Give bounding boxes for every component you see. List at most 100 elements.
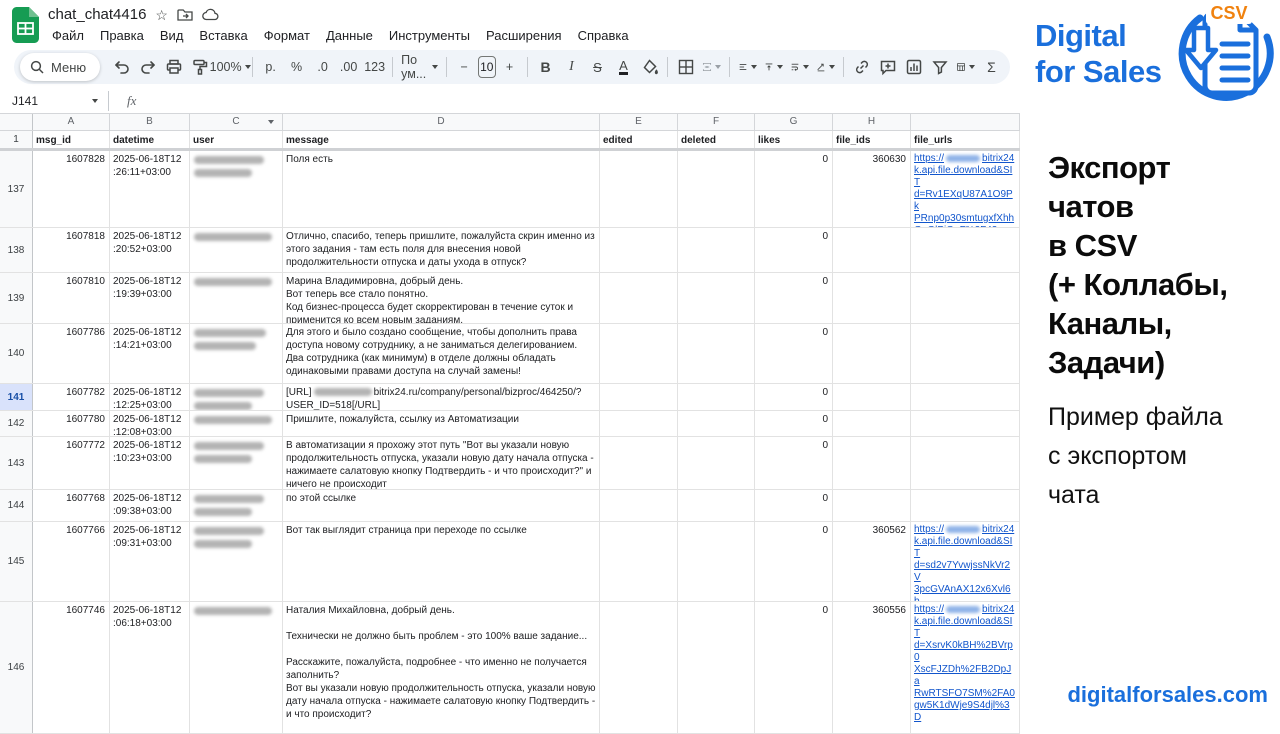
cell-A141[interactable]: 1607782 (33, 384, 110, 410)
website-link[interactable]: digitalforsales.com (1067, 682, 1268, 708)
file-url-text[interactable]: RwRTSFO7SM%2FA0 (914, 688, 1015, 699)
row-header-145[interactable]: 145 (0, 522, 33, 601)
cell-A144[interactable]: 1607768 (33, 490, 110, 521)
text-wrap-button[interactable] (787, 54, 812, 80)
cell-H138[interactable] (833, 228, 911, 272)
cell-F140[interactable] (678, 324, 755, 383)
column-header-H[interactable]: H (833, 114, 911, 130)
cell-H140[interactable] (833, 324, 911, 383)
cell-I141[interactable] (911, 384, 1020, 410)
cell-G146[interactable]: 0 (755, 602, 833, 733)
header-cell-edited[interactable]: edited (600, 131, 678, 148)
cell-D139[interactable]: Марина Владимировна, добрый день. Вот те… (283, 273, 600, 323)
file-url-link[interactable]: d=XsrvK0kBH%2BVrp0 (914, 640, 1016, 664)
file-url-link[interactable]: RwRTSFO7SM%2FA0 (914, 688, 1016, 700)
cell-A143[interactable]: 1607772 (33, 437, 110, 489)
cell-D142[interactable]: Пришлите, пожалуйста, ссылку из Автомати… (283, 411, 600, 436)
cell-E140[interactable] (600, 324, 678, 383)
undo-button[interactable] (109, 54, 134, 80)
name-box[interactable]: J141 (0, 94, 104, 108)
merge-cells-button[interactable] (699, 54, 724, 80)
cell-C138[interactable] (190, 228, 283, 272)
menu-tools[interactable]: Инструменты (381, 26, 478, 45)
insert-link-button[interactable] (849, 54, 874, 80)
cell-H139[interactable] (833, 273, 911, 323)
cell-D143[interactable]: В автоматизации я прохожу этот путь "Вот… (283, 437, 600, 489)
cell-E139[interactable] (600, 273, 678, 323)
document-title[interactable]: chat_chat4416 (48, 6, 146, 23)
cell-H137[interactable]: 360630 (833, 151, 911, 227)
cell-G139[interactable]: 0 (755, 273, 833, 323)
cell-D145[interactable]: Вот так выглядит страница при переходе п… (283, 522, 600, 601)
file-url-text[interactable]: d=sd2v7YvwjssNkVr2V (914, 560, 1010, 583)
cell-B140[interactable]: 2025-06-18T12 :14:21+03:00 (110, 324, 190, 383)
cell-B144[interactable]: 2025-06-18T12 :09:38+03:00 (110, 490, 190, 521)
cell-G145[interactable]: 0 (755, 522, 833, 601)
file-url-link[interactable]: k.api.file.download&SIT (914, 165, 1016, 189)
menu-insert[interactable]: Вставка (191, 26, 255, 45)
cell-G137[interactable]: 0 (755, 151, 833, 227)
filter-views-button[interactable] (953, 54, 978, 80)
row-header-143[interactable]: 143 (0, 437, 33, 489)
file-url-link[interactable]: PRnp0p30smtugxfXhh (914, 213, 1016, 225)
file-url-text[interactable]: PRnp0p30smtugxfXhh (914, 213, 1014, 224)
redo-button[interactable] (135, 54, 160, 80)
cell-D137[interactable]: Поля есть (283, 151, 600, 227)
row-header-142[interactable]: 142 (0, 411, 33, 436)
file-url-text[interactable]: k.api.file.download&SIT (914, 616, 1012, 639)
file-url-text[interactable]: k.api.file.download&SIT (914, 536, 1012, 559)
cell-F141[interactable] (678, 384, 755, 410)
cell-A146[interactable]: 1607746 (33, 602, 110, 733)
cell-C146[interactable] (190, 602, 283, 733)
cell-C139[interactable] (190, 273, 283, 323)
row-header-144[interactable]: 144 (0, 490, 33, 521)
cell-F146[interactable] (678, 602, 755, 733)
cell-G142[interactable]: 0 (755, 411, 833, 436)
cell-H141[interactable] (833, 384, 911, 410)
cell-A137[interactable]: 1607828 (33, 151, 110, 227)
menus-search-button[interactable]: Меню (20, 53, 100, 81)
cell-G144[interactable]: 0 (755, 490, 833, 521)
increase-decimal-button[interactable]: .00 (336, 54, 361, 80)
decrease-font-size-button[interactable]: − (452, 54, 477, 80)
cell-I143[interactable] (911, 437, 1020, 489)
column-header-C[interactable]: C (190, 114, 283, 130)
file-url-text[interactable]: https:// (914, 604, 944, 615)
cell-B142[interactable]: 2025-06-18T12 :12:08+03:00 (110, 411, 190, 436)
format-percent-button[interactable]: % (284, 54, 309, 80)
cell-E143[interactable] (600, 437, 678, 489)
cell-A140[interactable]: 1607786 (33, 324, 110, 383)
functions-button[interactable]: Σ (979, 54, 1004, 80)
column-header-F[interactable]: F (678, 114, 755, 130)
cell-H145[interactable]: 360562 (833, 522, 911, 601)
header-cell-file_urls[interactable]: file_urls (911, 131, 1020, 148)
insert-comment-button[interactable] (875, 54, 900, 80)
column-header-E[interactable]: E (600, 114, 678, 130)
paint-format-button[interactable] (187, 54, 212, 80)
file-url-link[interactable]: d=Rv1EXqU87A1O9Pk (914, 189, 1016, 213)
star-icon[interactable]: ☆ (155, 8, 168, 22)
cell-E144[interactable] (600, 490, 678, 521)
format-currency-button[interactable]: р. (258, 54, 283, 80)
bold-button[interactable]: B (533, 54, 558, 80)
decrease-decimal-button[interactable]: .0 (310, 54, 335, 80)
cell-B138[interactable]: 2025-06-18T12 :20:52+03:00 (110, 228, 190, 272)
insert-chart-button[interactable] (901, 54, 926, 80)
file-url-text[interactable]: bitrix24 (982, 153, 1014, 164)
header-cell-msg_id[interactable]: msg_id (33, 131, 110, 148)
cell-G143[interactable]: 0 (755, 437, 833, 489)
file-url-link[interactable]: XscFJZDh%2FB2DpJa (914, 664, 1016, 688)
cell-F144[interactable] (678, 490, 755, 521)
cell-F145[interactable] (678, 522, 755, 601)
vertical-align-button[interactable] (761, 54, 786, 80)
cell-I142[interactable] (911, 411, 1020, 436)
cell-C145[interactable] (190, 522, 283, 601)
horizontal-align-button[interactable] (735, 54, 760, 80)
cell-E138[interactable] (600, 228, 678, 272)
file-url-link[interactable]: https://bitrix24 (914, 524, 1016, 536)
file-url-text[interactable]: k.api.file.download&SIT (914, 165, 1012, 188)
cell-I144[interactable] (911, 490, 1020, 521)
cell-B141[interactable]: 2025-06-18T12 :12:25+03:00 (110, 384, 190, 410)
cell-C142[interactable] (190, 411, 283, 436)
row-header-139[interactable]: 139 (0, 273, 33, 323)
